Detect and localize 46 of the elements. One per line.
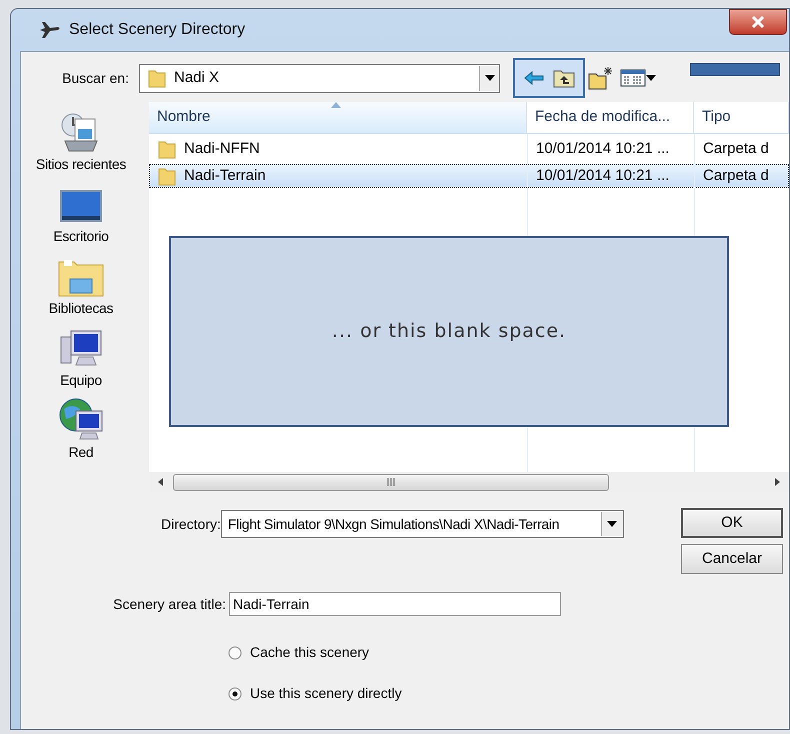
places-item[interactable]: Red xyxy=(58,393,104,465)
directory-label: Directory: xyxy=(161,514,221,534)
type-cell-text: Carpeta d xyxy=(702,138,769,159)
file-name: Nadi-NFFN xyxy=(184,138,260,159)
window-title: Select Scenery Directory xyxy=(69,20,246,40)
places-item[interactable]: Equipo xyxy=(59,321,103,393)
file-row[interactable]: Nadi-Terrain 10/01/2014 10:21 ... Carpeta d xyxy=(149,164,789,188)
desktop-icon xyxy=(58,189,103,225)
directory-dropdown[interactable]: Flight Simulator 9\Nxgn Simulations\Nadi X\Nadi-Terrain xyxy=(220,510,624,538)
grip-icon xyxy=(386,478,396,486)
folder-up-icon[interactable] xyxy=(552,68,574,88)
libraries-folder-icon xyxy=(58,257,104,297)
places-item[interactable]: Sitios recientes xyxy=(36,105,126,177)
radio-option[interactable]: Cache this scenery xyxy=(228,642,789,663)
radio-button[interactable] xyxy=(228,646,242,660)
airplane-icon xyxy=(39,21,61,39)
new-folder-icon[interactable] xyxy=(588,66,614,90)
look-in-dropdown[interactable]: Nadi X xyxy=(139,64,500,92)
file-name: Nadi-Terrain xyxy=(184,166,266,186)
folder-icon xyxy=(148,68,166,88)
file-row[interactable]: Nadi-NFFN 10/01/2014 10:21 ... Carpeta d xyxy=(149,137,789,161)
scenery-title-input[interactable]: Nadi-Terrain xyxy=(229,592,561,616)
type-cell-text: Carpeta d xyxy=(702,166,769,186)
folder-icon xyxy=(158,166,176,186)
places-item[interactable]: Escritorio xyxy=(53,177,109,249)
cancel-button[interactable]: Cancelar xyxy=(681,544,783,574)
radio-option[interactable]: Use this scenery directly xyxy=(228,683,789,704)
look-in-value: Nadi X xyxy=(174,68,220,88)
folder-icon xyxy=(158,139,176,159)
close-button[interactable] xyxy=(729,9,787,35)
view-menu-button[interactable] xyxy=(620,69,656,87)
network-globe-icon xyxy=(58,397,104,441)
dropdown-arrow-icon xyxy=(646,75,656,81)
column-header[interactable]: Nombre xyxy=(149,102,527,133)
radio-button[interactable] xyxy=(228,686,242,700)
look-in-label: Buscar en: xyxy=(61,68,130,88)
annotation-text: ... or this blank space. xyxy=(332,319,566,344)
places-item[interactable]: Bibliotecas xyxy=(48,249,114,321)
ok-button[interactable]: OK xyxy=(681,508,783,538)
close-icon xyxy=(751,16,765,28)
back-arrow-icon[interactable] xyxy=(524,71,544,85)
date-cell-text: 10/01/2014 10:21 ... xyxy=(535,166,670,186)
date-cell-text: 10/01/2014 10:21 ... xyxy=(535,138,670,159)
directory-value: Flight Simulator 9\Nxgn Simulations\Nadi X\Nadi-Terrain xyxy=(226,514,560,534)
sort-arrow-icon xyxy=(331,102,341,108)
scenery-title-label: Scenery area title: xyxy=(112,594,227,614)
